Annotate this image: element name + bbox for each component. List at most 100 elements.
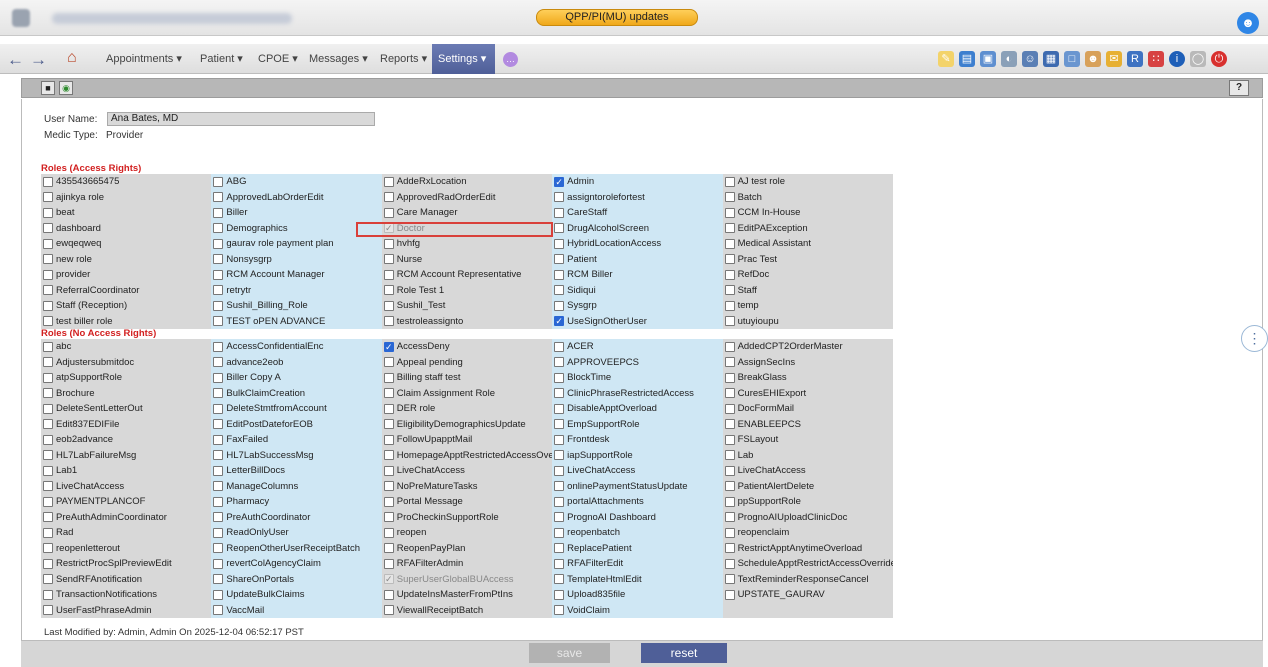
role-checkbox[interactable]: [43, 357, 53, 368]
menu-patient[interactable]: Patient ▾: [194, 44, 249, 74]
role-checkbox[interactable]: [383, 512, 394, 523]
role-checkbox[interactable]: [724, 223, 735, 234]
role-checkbox[interactable]: [554, 419, 565, 430]
role-checkbox[interactable]: [383, 558, 394, 569]
role-checkbox[interactable]: [724, 192, 735, 203]
role-checkbox[interactable]: ✓: [383, 574, 394, 585]
gauge-icon[interactable]: ◐: [1001, 51, 1017, 67]
role-checkbox[interactable]: [554, 357, 565, 368]
role-checkbox[interactable]: [213, 543, 224, 554]
role-checkbox[interactable]: [383, 207, 394, 218]
role-checkbox[interactable]: [383, 192, 394, 203]
role-checkbox[interactable]: ✓: [383, 341, 394, 352]
role-checkbox[interactable]: [213, 481, 224, 492]
role-checkbox[interactable]: [383, 372, 394, 383]
document-icon[interactable]: □: [1064, 51, 1080, 67]
user-name-field[interactable]: Ana Bates, MD: [107, 112, 375, 126]
role-checkbox[interactable]: [554, 543, 565, 554]
role-checkbox[interactable]: [383, 481, 394, 492]
home-icon[interactable]: ⌂: [67, 49, 77, 67]
role-checkbox[interactable]: [554, 527, 565, 538]
role-checkbox[interactable]: [724, 341, 735, 352]
role-checkbox[interactable]: [43, 558, 53, 569]
role-checkbox[interactable]: [383, 527, 394, 538]
role-checkbox[interactable]: [43, 269, 53, 280]
role-checkbox[interactable]: [383, 238, 394, 249]
group-icon[interactable]: ☺: [1022, 51, 1038, 67]
role-checkbox[interactable]: [43, 496, 53, 507]
role-checkbox[interactable]: [43, 450, 53, 461]
role-checkbox[interactable]: [213, 285, 224, 296]
role-checkbox[interactable]: [213, 434, 224, 445]
role-checkbox[interactable]: [724, 269, 735, 280]
mail-icon[interactable]: ✉: [1106, 51, 1122, 67]
role-checkbox[interactable]: [213, 300, 224, 311]
role-checkbox[interactable]: [213, 254, 224, 265]
role-checkbox[interactable]: [383, 357, 394, 368]
role-checkbox[interactable]: [383, 269, 394, 280]
role-checkbox[interactable]: [213, 316, 224, 327]
role-checkbox[interactable]: [554, 558, 565, 569]
role-checkbox[interactable]: [554, 223, 565, 234]
role-checkbox[interactable]: ✓: [554, 316, 565, 327]
role-checkbox[interactable]: [43, 316, 53, 327]
role-checkbox[interactable]: [724, 419, 735, 430]
role-checkbox[interactable]: [43, 403, 53, 414]
role-checkbox[interactable]: [554, 589, 565, 600]
role-checkbox[interactable]: [554, 450, 565, 461]
role-checkbox[interactable]: [213, 403, 224, 414]
menu-appointments[interactable]: Appointments ▾: [100, 44, 188, 74]
save-doc-icon[interactable]: ■: [41, 81, 55, 95]
chart-icon[interactable]: ▤: [959, 51, 975, 67]
role-checkbox[interactable]: [554, 300, 565, 311]
role-checkbox[interactable]: [554, 254, 565, 265]
role-checkbox[interactable]: [213, 341, 224, 352]
menu-settings[interactable]: Settings ▾: [432, 44, 495, 74]
role-checkbox[interactable]: [383, 465, 394, 476]
role-checkbox[interactable]: [724, 372, 735, 383]
role-checkbox[interactable]: [554, 192, 565, 203]
role-checkbox[interactable]: [554, 388, 565, 399]
role-checkbox[interactable]: [554, 605, 565, 616]
role-checkbox[interactable]: [213, 527, 224, 538]
role-checkbox[interactable]: [724, 285, 735, 296]
role-checkbox[interactable]: [724, 512, 735, 523]
side-panel-handle-icon[interactable]: ⋮: [1241, 325, 1268, 352]
role-checkbox[interactable]: [213, 512, 224, 523]
menu-messages[interactable]: Messages ▾: [303, 44, 374, 74]
role-checkbox[interactable]: [43, 192, 53, 203]
role-checkbox[interactable]: [383, 419, 394, 430]
menu-reports[interactable]: Reports ▾: [374, 44, 433, 74]
notes-icon[interactable]: ✎: [938, 51, 954, 67]
role-checkbox[interactable]: [724, 558, 735, 569]
role-checkbox[interactable]: [383, 434, 394, 445]
role-checkbox[interactable]: [724, 176, 735, 187]
role-checkbox[interactable]: [724, 388, 735, 399]
role-checkbox[interactable]: [383, 254, 394, 265]
role-checkbox[interactable]: [383, 450, 394, 461]
role-checkbox[interactable]: [554, 285, 565, 296]
role-checkbox[interactable]: [383, 388, 394, 399]
role-checkbox[interactable]: [213, 589, 224, 600]
role-checkbox[interactable]: [213, 574, 224, 585]
role-checkbox[interactable]: [724, 543, 735, 554]
qpp-updates-button[interactable]: QPP/PI(MU) updates: [536, 9, 698, 26]
role-checkbox[interactable]: [724, 574, 735, 585]
role-checkbox[interactable]: [213, 223, 224, 234]
role-checkbox[interactable]: [43, 589, 53, 600]
back-arrow-icon[interactable]: ←: [7, 50, 24, 70]
save-button[interactable]: save: [529, 643, 610, 663]
role-checkbox[interactable]: [383, 543, 394, 554]
role-checkbox[interactable]: [724, 207, 735, 218]
role-checkbox[interactable]: [43, 254, 53, 265]
role-checkbox[interactable]: [213, 496, 224, 507]
role-checkbox[interactable]: [554, 574, 565, 585]
grid-dots-icon[interactable]: ∷: [1148, 51, 1164, 67]
role-checkbox[interactable]: [554, 512, 565, 523]
lock-icon[interactable]: ◯: [1190, 51, 1206, 67]
role-checkbox[interactable]: [43, 512, 53, 523]
role-checkbox[interactable]: [43, 176, 53, 187]
reset-button[interactable]: reset: [641, 643, 727, 663]
role-checkbox[interactable]: [554, 372, 565, 383]
role-checkbox[interactable]: [724, 403, 735, 414]
